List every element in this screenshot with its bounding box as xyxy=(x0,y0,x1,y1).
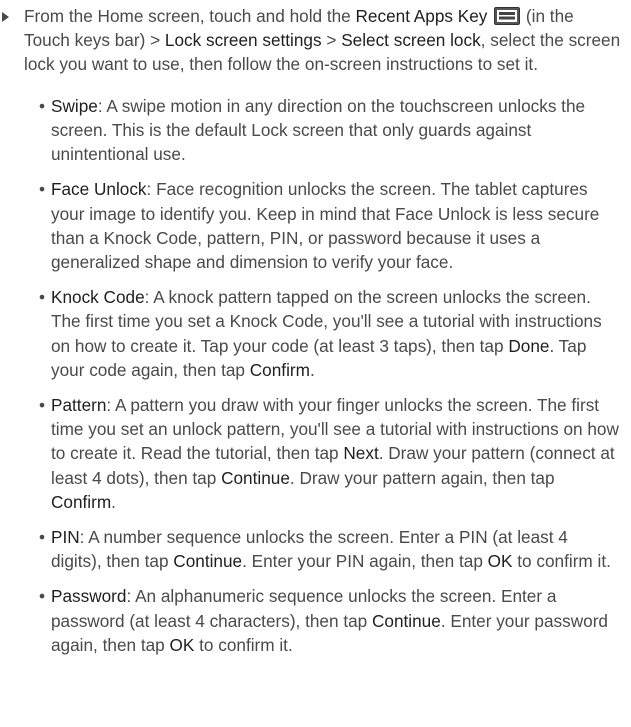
intro-text-3: > xyxy=(321,30,342,51)
list-item-password: • Password: An alphanumeric sequence unl… xyxy=(39,584,623,657)
list-item-pin: • PIN: A number sequence unlocks the scr… xyxy=(39,525,623,573)
lock-options-list: • Swipe: A swipe motion in any direction… xyxy=(0,94,631,657)
lock-screen-settings-label: Lock screen settings xyxy=(164,30,322,51)
list-item-pattern: • Pattern: A pattern you draw with your … xyxy=(39,393,623,514)
continue-label: Continue xyxy=(221,467,290,488)
select-screen-lock-label: Select screen lock xyxy=(341,30,481,51)
manual-page: From the Home screen, touch and hold the… xyxy=(0,0,631,727)
term-knock-code: Knock Code xyxy=(51,287,145,308)
desc-password-3: to confirm it. xyxy=(194,634,293,655)
term-pattern: Pattern xyxy=(51,395,107,416)
desc-pin-3: to confirm it. xyxy=(512,551,611,572)
desc-pin-2: . Enter your PIN again, then tap xyxy=(242,551,488,572)
desc-knock-code-3: . xyxy=(309,359,315,380)
term-swipe: Swipe xyxy=(51,95,98,116)
bullet-dot: • xyxy=(39,395,46,416)
bullet-dot: • xyxy=(39,527,46,548)
bullet-dot: • xyxy=(39,586,46,607)
intro-text-1: From the Home screen, touch and hold the xyxy=(24,6,356,26)
term-face-unlock: Face Unlock xyxy=(51,179,147,200)
desc-swipe: : A swipe motion in any direction on the… xyxy=(51,95,586,165)
bullet-dot: • xyxy=(39,179,46,200)
triangle-bullet-icon xyxy=(2,12,9,22)
confirm-label: Confirm xyxy=(51,491,112,512)
recent-apps-key-label: Recent Apps Key xyxy=(355,6,488,26)
done-label: Done xyxy=(508,335,550,356)
intro-paragraph: From the Home screen, touch and hold the… xyxy=(0,4,631,77)
recent-apps-key-icon xyxy=(494,7,521,25)
continue-label: Continue xyxy=(372,610,441,631)
bullet-dot: • xyxy=(39,95,46,116)
list-item-knock-code: • Knock Code: A knock pattern tapped on … xyxy=(39,285,623,382)
next-label: Next xyxy=(343,443,379,464)
desc-pattern-3: . Draw your pattern again, then tap xyxy=(289,467,555,488)
term-pin: PIN xyxy=(51,527,80,548)
desc-pattern-4: . xyxy=(111,491,116,512)
continue-label: Continue xyxy=(173,551,243,572)
ok-label: OK xyxy=(487,551,513,572)
bullet-dot: • xyxy=(39,287,46,308)
ok-label: OK xyxy=(169,634,195,655)
confirm-label: Confirm xyxy=(249,359,310,380)
term-password: Password xyxy=(51,586,127,607)
list-item-swipe: • Swipe: A swipe motion in any direction… xyxy=(39,94,623,167)
list-item-face-unlock: • Face Unlock: Face recognition unlocks … xyxy=(39,177,623,274)
